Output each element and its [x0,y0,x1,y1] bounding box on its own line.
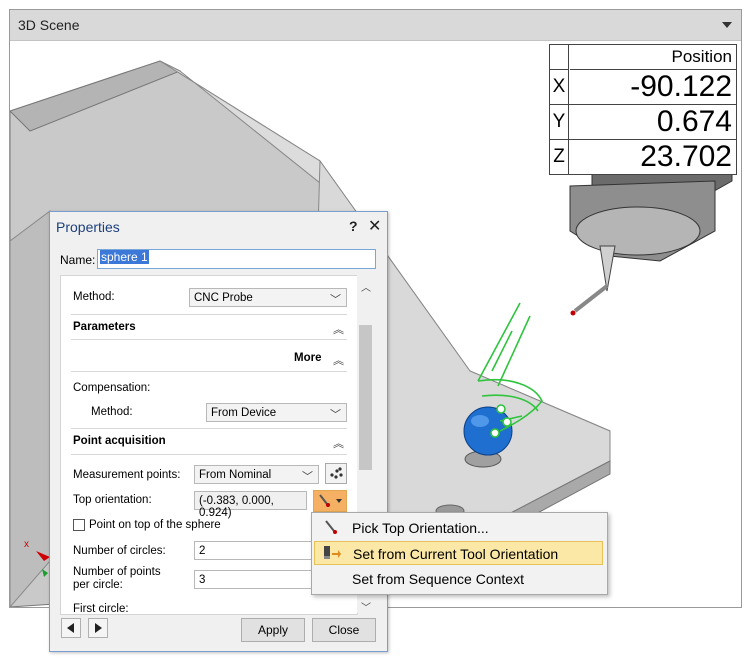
number-of-circles-label: Number of circles: [73,545,166,557]
menu-item-label: Pick Top Orientation... [352,520,489,536]
apply-button[interactable]: Apply [241,618,305,642]
position-row-y: Y 0.674 [550,105,736,140]
point-on-top-label[interactable]: Point on top of the sphere [89,519,221,531]
name-input[interactable]: sphere 1 [97,249,376,269]
point-on-top-checkbox[interactable] [73,519,85,531]
point-acquisition-section-title[interactable]: Point acquisition [73,435,166,447]
position-readout: Position X -90.122 Y 0.674 Z 23.702 [549,44,737,175]
scroll-up-icon[interactable]: ︿ [361,279,371,294]
position-axis-label: Z [550,140,569,174]
scene-title: 3D Scene [18,17,80,33]
position-value: 23.702 [640,140,732,173]
first-circle-label: First circle: [73,603,129,615]
collapse-point-acquisition-icon[interactable]: ︽ [333,435,344,451]
chevron-down-icon: ﹀ [302,471,313,483]
number-of-points-label-line2: per circle: [73,579,123,591]
method-select[interactable]: CNC Probe ﹀ [189,288,347,307]
properties-title-bar[interactable]: Properties ? ✕ [50,212,387,241]
triangle-right-icon [95,623,102,633]
collapse-more-icon[interactable]: ︽ [333,352,344,368]
position-value: -90.122 [630,70,732,103]
scroll-thumb[interactable] [359,325,372,470]
position-row-z: Z 23.702 [550,140,736,174]
top-orientation-menu-button[interactable] [313,490,347,512]
menu-item-pick-top-orientation[interactable]: Pick Top Orientation... [314,516,603,540]
triangle-left-icon [67,623,74,633]
top-orientation-field[interactable]: (-0.383, 0.000, 0.924) [194,491,307,519]
number-of-circles-value: 2 [199,545,206,557]
compensation-label: Compensation: [73,382,151,394]
next-button[interactable] [88,618,108,638]
position-axis-label: X [550,70,569,104]
tool-orientation-icon [324,546,341,559]
scroll-down-icon[interactable]: ﹀ [361,599,371,614]
position-header-label: Position [671,47,732,66]
position-header: Position [570,45,736,70]
measurement-points-value: From Nominal [199,469,272,481]
measurement-points-select[interactable]: From Nominal ﹀ [194,465,319,484]
chevron-down-icon: ﹀ [330,409,341,421]
chevron-down-icon: ﹀ [330,294,341,306]
top-orientation-value: (-0.383, 0.000, 0.924) [199,495,274,519]
compensation-method-value: From Device [211,407,277,419]
points-icon [330,467,343,479]
number-of-points-value: 3 [199,574,206,586]
collapse-parameters-icon[interactable]: ︽ [333,321,344,337]
scene-menu-chevron-icon[interactable] [722,22,732,28]
compensation-method-label: Method: [91,406,133,418]
name-value: sphere 1 [100,250,149,264]
position-value: 0.674 [656,105,732,138]
probe-pick-icon [319,494,342,507]
measurement-points-label: Measurement points: [73,469,181,481]
probe-pick-icon [325,520,337,534]
previous-button[interactable] [61,618,81,638]
points-editor-button[interactable] [325,463,347,484]
top-orientation-label: Top orientation: [73,494,152,506]
menu-item-set-from-current-tool[interactable]: Set from Current Tool Orientation [314,541,603,565]
number-of-points-label-line1: Number of points [73,566,161,578]
menu-item-label: Set from Sequence Context [352,571,524,587]
more-section-title[interactable]: More [294,352,321,364]
close-icon[interactable]: ✕ [368,216,381,236]
axis-x-label: x [24,539,29,550]
menu-item-label: Set from Current Tool Orientation [353,546,559,562]
compensation-method-select[interactable]: From Device ﹀ [206,403,347,422]
close-button[interactable]: Close [312,618,376,642]
help-icon[interactable]: ? [349,218,358,234]
menu-item-set-from-sequence[interactable]: Set from Sequence Context [314,567,603,591]
orientation-context-menu: Pick Top Orientation... Set from Current… [311,512,608,595]
parameters-section-title[interactable]: Parameters [73,321,136,333]
method-select-value: CNC Probe [194,292,253,304]
method-label: Method: [73,291,115,303]
position-axis-label: Y [550,105,569,139]
scene-title-bar: 3D Scene [10,10,741,41]
name-label: Name: [60,253,96,267]
position-row-x: X -90.122 [550,70,736,105]
properties-title: Properties [56,219,120,235]
